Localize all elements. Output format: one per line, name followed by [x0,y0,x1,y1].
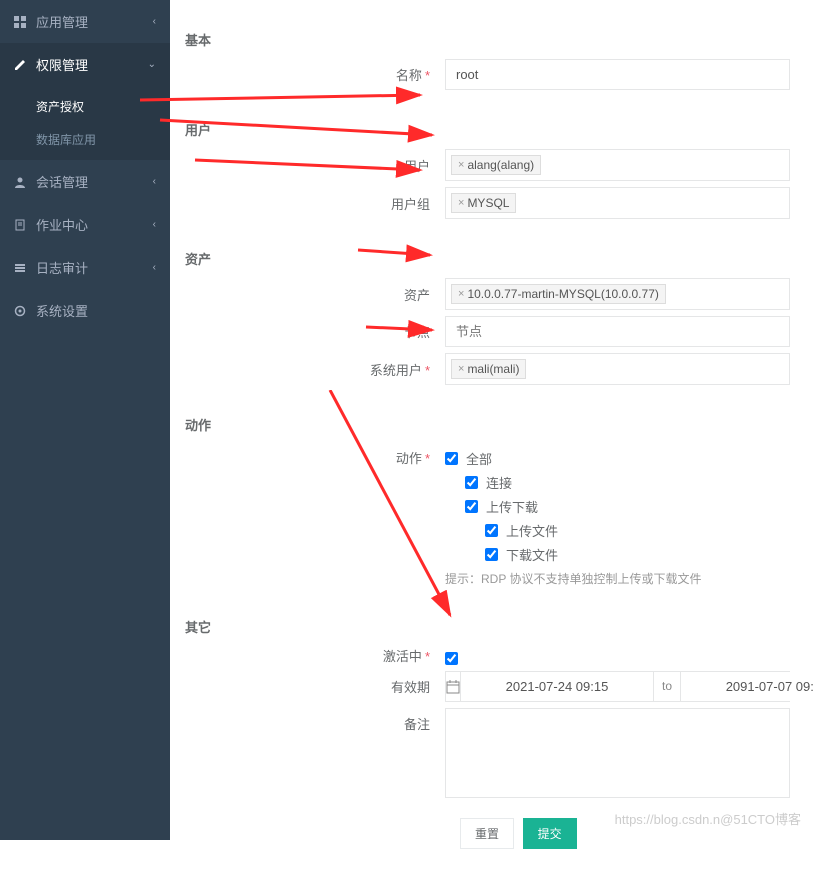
active-checkbox[interactable] [445,652,458,665]
close-icon[interactable]: × [458,363,464,375]
label-user: 用户 [185,156,445,175]
chevron-left-icon: ‹ [153,262,156,273]
checkbox-download[interactable] [485,548,498,561]
label-active: 激活中* [185,646,445,665]
action-hint: 提示：RDP 协议不支持单独控制上传或下载文件 [445,570,813,587]
sidebar-label: 日志审计 [36,258,88,277]
label-remark: 备注 [185,708,445,733]
date-from-input[interactable] [461,672,653,701]
section-asset: 资产 [185,249,813,268]
action-updown[interactable]: 上传下载 [445,497,813,516]
close-icon[interactable]: × [458,288,464,300]
reset-button[interactable]: 重置 [460,818,514,849]
sidebar-item-audit[interactable]: 日志审计 ‹ [0,246,170,289]
sidebar: 应用管理 ‹ 权限管理 ⌄ 资产授权 数据库应用 会话管理 ‹ 作业中心 ‹ 日… [0,0,170,840]
usergroup-tag-input[interactable]: ×MYSQL [445,187,790,219]
checkbox-all[interactable] [445,452,458,465]
action-all[interactable]: 全部 [445,449,813,468]
doc-icon [14,219,28,231]
sidebar-sub-asset-auth[interactable]: 资产授权 [0,90,170,123]
sidebar-label: 作业中心 [36,215,88,234]
remark-textarea[interactable] [445,708,790,798]
validity-range[interactable]: to [445,671,790,702]
chevron-left-icon: ‹ [153,219,156,230]
tag-sysuser[interactable]: ×mali(mali) [451,359,526,379]
label-name: 名称* [185,65,445,84]
chevron-left-icon: ‹ [153,176,156,187]
sidebar-item-settings[interactable]: 系统设置 [0,289,170,332]
tag-user[interactable]: ×alang(alang) [451,155,541,175]
sidebar-item-perm[interactable]: 权限管理 ⌄ [0,43,170,86]
sidebar-submenu: 资产授权 数据库应用 [0,86,170,160]
checkbox-upload[interactable] [485,524,498,537]
label-node: 节点 [185,322,445,341]
sidebar-label: 权限管理 [36,55,88,74]
section-user: 用户 [185,120,813,139]
sidebar-label: 应用管理 [36,12,88,31]
sidebar-item-jobs[interactable]: 作业中心 ‹ [0,203,170,246]
users-icon [14,176,28,188]
label-usergroup: 用户组 [185,194,445,213]
label-asset: 资产 [185,285,445,304]
checkbox-updown[interactable] [465,500,478,513]
gear-icon [14,305,28,317]
sidebar-sub-db-app[interactable]: 数据库应用 [0,123,170,156]
node-input[interactable] [445,316,790,347]
label-action: 动作* [185,444,445,467]
grid-icon [14,16,28,28]
label-sysuser: 系统用户* [185,360,445,379]
sidebar-label: 会话管理 [36,172,88,191]
submit-button[interactable]: 提交 [523,818,577,849]
section-action: 动作 [185,415,813,434]
sidebar-item-session[interactable]: 会话管理 ‹ [0,160,170,203]
label-validity: 有效期 [185,677,445,696]
sysuser-tag-input[interactable]: ×mali(mali) [445,353,790,385]
action-connect[interactable]: 连接 [445,473,813,492]
chevron-left-icon: ‹ [153,16,156,27]
pencil-icon [14,59,28,71]
section-basic: 基本 [185,30,813,49]
tag-asset[interactable]: ×10.0.0.77-martin-MYSQL(10.0.0.77) [451,284,666,304]
sidebar-label: 系统设置 [36,301,88,320]
checkbox-connect[interactable] [465,476,478,489]
calendar-icon [446,672,461,701]
user-tag-input[interactable]: ×alang(alang) [445,149,790,181]
close-icon[interactable]: × [458,159,464,171]
date-to-input[interactable] [681,672,813,701]
main-form: 基本 名称* 用户 用户 ×alang(alang) 用户组 ×MYSQL 资产… [170,0,813,869]
tag-usergroup[interactable]: ×MYSQL [451,193,516,213]
close-icon[interactable]: × [458,197,464,209]
name-input[interactable] [445,59,790,90]
list-icon [14,262,28,274]
section-other: 其它 [185,617,813,636]
watermark: https://blog.csdn.n@51CTO博客 [615,809,801,828]
date-to-label: to [653,672,681,701]
action-upload[interactable]: 上传文件 [445,521,813,540]
chevron-down-icon: ⌄ [148,59,156,70]
sidebar-item-app[interactable]: 应用管理 ‹ [0,0,170,43]
asset-tag-input[interactable]: ×10.0.0.77-martin-MYSQL(10.0.0.77) [445,278,790,310]
action-download[interactable]: 下载文件 [445,545,813,564]
